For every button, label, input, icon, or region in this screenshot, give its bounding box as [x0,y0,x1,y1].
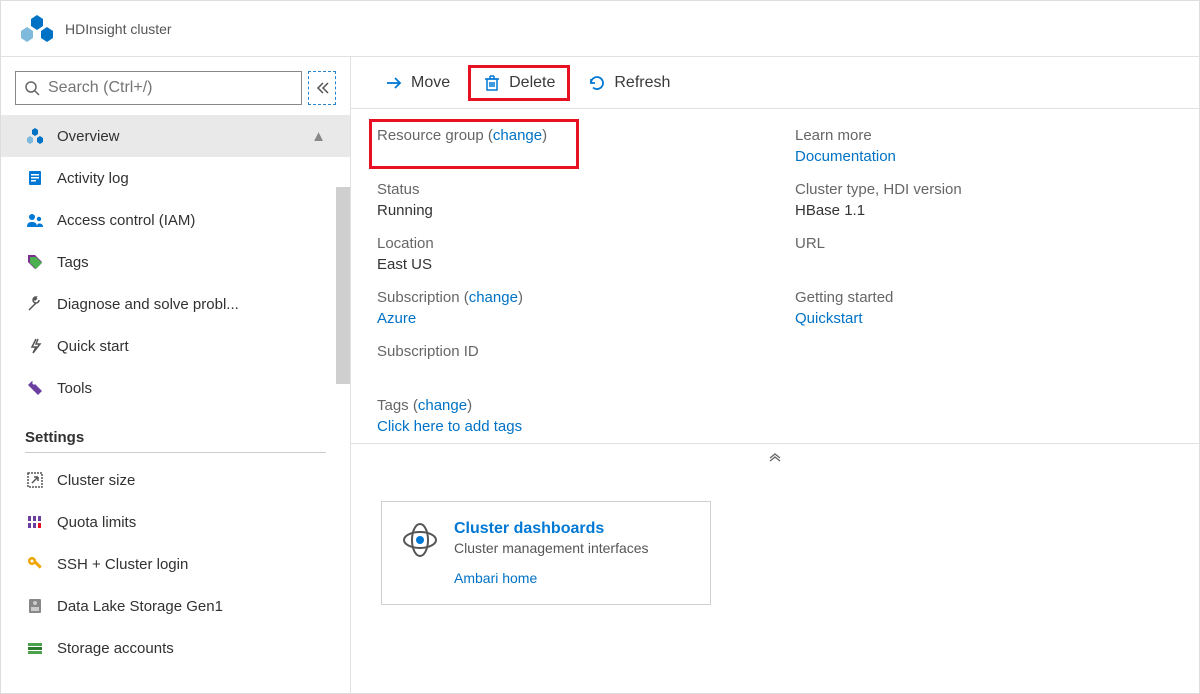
search-box[interactable] [15,71,302,105]
refresh-icon [588,74,606,92]
prop-label-text: Location [377,235,755,252]
prop-value [377,148,755,165]
tags-change-link[interactable]: change [418,397,467,414]
prop-learn-more: Learn more Documentation [795,127,1173,165]
subscription-link[interactable]: Azure [377,310,755,327]
sidebar: Overview ▲ Activity log Access control (… [1,57,351,694]
prop-value: East US [377,256,755,273]
button-label: Move [411,74,450,92]
sidebar-item-label: Overview [57,128,120,145]
sidebar-item-label: Cluster size [57,472,135,489]
scrollbar-thumb[interactable] [336,187,350,384]
prop-value [795,256,1173,273]
card-subtitle: Cluster management interfaces [454,540,649,556]
sidebar-item-label: Data Lake Storage Gen1 [57,598,223,615]
prop-tags: Tags (change) Click here to add tags [377,397,1173,435]
subscription-change-link[interactable]: change [469,289,518,306]
prop-label-text: Subscription [377,289,460,306]
search-icon [24,80,40,96]
prop-label-text: Tags [377,397,409,414]
sidebar-item-label: Activity log [57,170,129,187]
quickstart-link[interactable]: Quickstart [795,310,1173,327]
key-icon [25,554,45,574]
quota-icon [25,512,45,532]
prop-value [377,364,755,381]
sidebar-item-quick-start[interactable]: Quick start [1,325,350,367]
collapse-props-button[interactable] [351,443,1199,471]
header: HDInsight cluster [1,1,1199,57]
sidebar-item-diagnose[interactable]: Diagnose and solve probl... [1,283,350,325]
cluster-dashboards-card[interactable]: Cluster dashboards Cluster management in… [381,501,711,605]
sidebar-item-tags[interactable]: Tags [1,241,350,283]
resource-group-change-link[interactable]: change [493,127,542,144]
prop-label-text: Learn more [795,127,1173,144]
move-button[interactable]: Move [373,65,462,101]
sidebar-item-label: Diagnose and solve probl... [57,296,239,313]
sidebar-item-label: Quick start [57,338,129,355]
sidebar-item-storage-accounts[interactable]: Storage accounts [1,627,350,669]
nav-scroll[interactable]: Overview ▲ Activity log Access control (… [1,115,350,694]
refresh-button[interactable]: Refresh [576,65,682,101]
sidebar-item-quota-limits[interactable]: Quota limits [1,501,350,543]
arrow-right-icon [385,74,403,92]
sidebar-item-label: Access control (IAM) [57,212,195,229]
sidebar-item-access-control[interactable]: Access control (IAM) [1,199,350,241]
prop-subscription-id: Subscription ID [377,343,755,381]
page-title: HDInsight cluster [65,21,172,37]
prop-cluster-type: Cluster type, HDI version HBase 1.1 [795,181,1173,219]
sidebar-item-label: SSH + Cluster login [57,556,188,573]
storage-icon [25,638,45,658]
prop-label-text: Status [377,181,755,198]
prop-label-text: Getting started [795,289,1173,306]
prop-label-text: Resource group [377,127,484,144]
prop-resource-group: Resource group (change) [377,127,755,165]
log-icon [25,168,45,188]
dashboard-icon [400,520,440,560]
button-label: Delete [509,74,555,92]
sidebar-section-settings: Settings [25,415,326,453]
documentation-link[interactable]: Documentation [795,148,1173,165]
sidebar-item-tools[interactable]: Tools [1,367,350,409]
properties-grid: Resource group (change) Learn more Docum… [351,109,1199,443]
search-input[interactable] [48,79,293,97]
prop-location: Location East US [377,235,755,273]
wrench-icon [25,294,45,314]
button-label: Refresh [614,74,670,92]
prop-value: Running [377,202,755,219]
sidebar-item-label: Quota limits [57,514,136,531]
cluster-icon [25,126,45,146]
prop-label-text: Subscription ID [377,343,755,360]
tags-add-link[interactable]: Click here to add tags [377,418,1173,435]
prop-value: HBase 1.1 [795,202,1173,219]
people-icon [25,210,45,230]
sidebar-item-label: Tools [57,380,92,397]
toolbar: Move Delete Refresh [351,57,1199,109]
prop-subscription: Subscription (change) Azure [377,289,755,327]
main-pane: Move Delete Refresh Resource group (chan… [351,57,1199,694]
quickstart-icon [25,336,45,356]
sidebar-item-cluster-size[interactable]: Cluster size [1,459,350,501]
prop-label-text: Cluster type, HDI version [795,181,1173,198]
prop-getting-started: Getting started Quickstart [795,289,1173,327]
prop-status: Status Running [377,181,755,219]
collapse-sidebar-button[interactable] [308,71,336,105]
datalake-icon [25,596,45,616]
sidebar-item-label: Tags [57,254,89,271]
card-title: Cluster dashboards [454,520,649,538]
trash-icon [483,74,501,92]
sidebar-item-data-lake[interactable]: Data Lake Storage Gen1 [1,585,350,627]
sidebar-item-activity-log[interactable]: Activity log [1,157,350,199]
prop-url: URL [795,235,1173,273]
tools-icon [25,378,45,398]
sidebar-item-label: Storage accounts [57,640,174,657]
chevron-up-icon: ▲ [311,128,326,145]
prop-label-text: URL [795,235,1173,252]
resize-icon [25,470,45,490]
sidebar-item-overview[interactable]: Overview ▲ [1,115,350,157]
sidebar-item-ssh-login[interactable]: SSH + Cluster login [1,543,350,585]
ambari-home-link[interactable]: Ambari home [454,570,537,586]
tag-icon [25,252,45,272]
delete-button[interactable]: Delete [468,65,570,101]
hdinsight-logo-icon [21,13,53,45]
